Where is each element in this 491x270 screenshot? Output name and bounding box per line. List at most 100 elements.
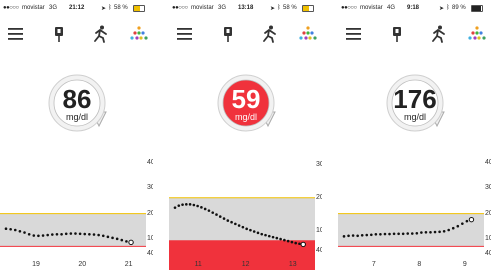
data-point	[55, 232, 59, 236]
colorful-dots-icon[interactable]	[129, 24, 149, 44]
data-point	[97, 233, 100, 237]
menu-icon[interactable]	[6, 24, 26, 44]
data-point	[83, 232, 87, 236]
y-tick-label: 200	[147, 209, 153, 217]
top-toolbar	[0, 20, 153, 50]
data-point	[226, 219, 230, 222]
data-point	[406, 232, 410, 235]
location-icon: ➤	[439, 6, 445, 12]
glucose-reading-gauge[interactable]: 59 mg/dl	[215, 72, 277, 134]
data-point	[173, 206, 177, 209]
top-toolbar	[169, 20, 322, 50]
data-point	[13, 228, 17, 232]
data-point	[181, 203, 184, 206]
data-point	[9, 227, 12, 231]
bluetooth-icon: ᛒ	[108, 5, 112, 11]
data-point	[207, 209, 211, 212]
data-point	[252, 230, 256, 233]
data-point	[271, 235, 275, 239]
data-point	[237, 224, 241, 227]
data-point	[360, 234, 364, 237]
glucose-unit: mg/dl	[403, 112, 426, 122]
status-bar: ●●○○○ movistar 4G 9:18 ➤ ᛒ 89 %	[338, 0, 491, 16]
activity-icon[interactable]	[428, 24, 448, 44]
status-bar: ●●○○○ movistar 3G 21:12 ➤ ᛒ 58 %	[0, 0, 153, 16]
data-point	[456, 224, 460, 228]
data-point	[267, 234, 271, 238]
battery-percent: 89 %	[452, 5, 466, 11]
data-point	[196, 204, 199, 208]
data-point	[347, 234, 350, 238]
glucose-history-chart: 300 200 100 40 11 12 13	[169, 150, 322, 270]
data-point	[260, 232, 264, 236]
sensor-icon[interactable]	[387, 24, 407, 44]
phone-screen-1: ●●○○○ movistar 3G 21:12 ➤ ᛒ 58 % 86 mg/d…	[0, 0, 153, 270]
data-point	[410, 232, 414, 235]
y-tick-label: 400	[485, 159, 491, 167]
carrier-name: movistar	[22, 5, 45, 11]
data-point	[230, 220, 233, 224]
data-point	[185, 203, 188, 206]
data-point	[51, 233, 54, 236]
activity-icon[interactable]	[259, 24, 279, 44]
data-point	[290, 240, 294, 244]
data-point	[215, 213, 218, 216]
status-time: 9:18	[407, 5, 420, 11]
data-point	[275, 236, 279, 240]
x-tick-label: 11	[194, 261, 202, 268]
data-point	[424, 230, 428, 234]
data-point	[279, 237, 282, 241]
colorful-dots-icon[interactable]	[298, 24, 318, 44]
data-point	[192, 203, 196, 207]
menu-icon[interactable]	[175, 24, 195, 44]
data-point	[461, 222, 464, 225]
y-tick-label: 40	[485, 250, 491, 257]
y-tick-label: 300	[485, 184, 491, 192]
battery-icon	[302, 5, 314, 12]
data-point	[433, 230, 437, 234]
data-point	[392, 232, 396, 236]
glucose-reading-gauge[interactable]: 176 mg/dl	[384, 72, 446, 134]
x-tick-label: 21	[124, 261, 133, 268]
network-type: 4G	[387, 5, 396, 11]
data-point	[64, 232, 68, 236]
data-point	[401, 232, 405, 236]
y-tick-label: 40	[147, 250, 153, 257]
signal-indicator: ●●○○○	[172, 5, 188, 11]
data-point	[106, 235, 110, 239]
data-point	[211, 211, 215, 214]
sensor-icon[interactable]	[49, 24, 69, 44]
data-point	[438, 230, 441, 234]
data-point	[442, 229, 446, 233]
y-tick-label: 100	[485, 234, 491, 242]
data-point	[356, 234, 359, 238]
glucose-value: 86	[62, 84, 92, 114]
battery-icon	[471, 5, 483, 12]
data-point	[188, 203, 192, 206]
data-point	[111, 236, 114, 240]
data-point	[120, 238, 124, 242]
battery-percent: 58 %	[114, 5, 128, 11]
glucose-reading-gauge[interactable]: 86 mg/dl	[46, 72, 108, 134]
x-tick-label: 9	[462, 261, 467, 268]
data-point	[115, 237, 119, 241]
glucose-value: 59	[231, 84, 261, 114]
y-tick-label: 100	[147, 234, 153, 242]
y-tick-label: 200	[316, 193, 322, 201]
status-time: 21:12	[69, 5, 85, 11]
x-tick-label: 8	[417, 261, 422, 268]
data-point	[420, 231, 423, 234]
y-tick-label: 300	[316, 160, 322, 168]
data-point	[74, 232, 77, 235]
data-point	[294, 241, 297, 245]
location-icon: ➤	[101, 6, 107, 12]
menu-icon[interactable]	[344, 24, 364, 44]
colorful-dots-icon[interactable]	[467, 24, 487, 44]
data-point	[415, 231, 419, 235]
sensor-icon[interactable]	[218, 24, 238, 44]
battery-percent: 58 %	[283, 5, 297, 11]
data-point	[78, 232, 82, 236]
activity-icon[interactable]	[90, 24, 110, 44]
location-icon: ➤	[270, 6, 276, 12]
data-point	[365, 233, 369, 237]
